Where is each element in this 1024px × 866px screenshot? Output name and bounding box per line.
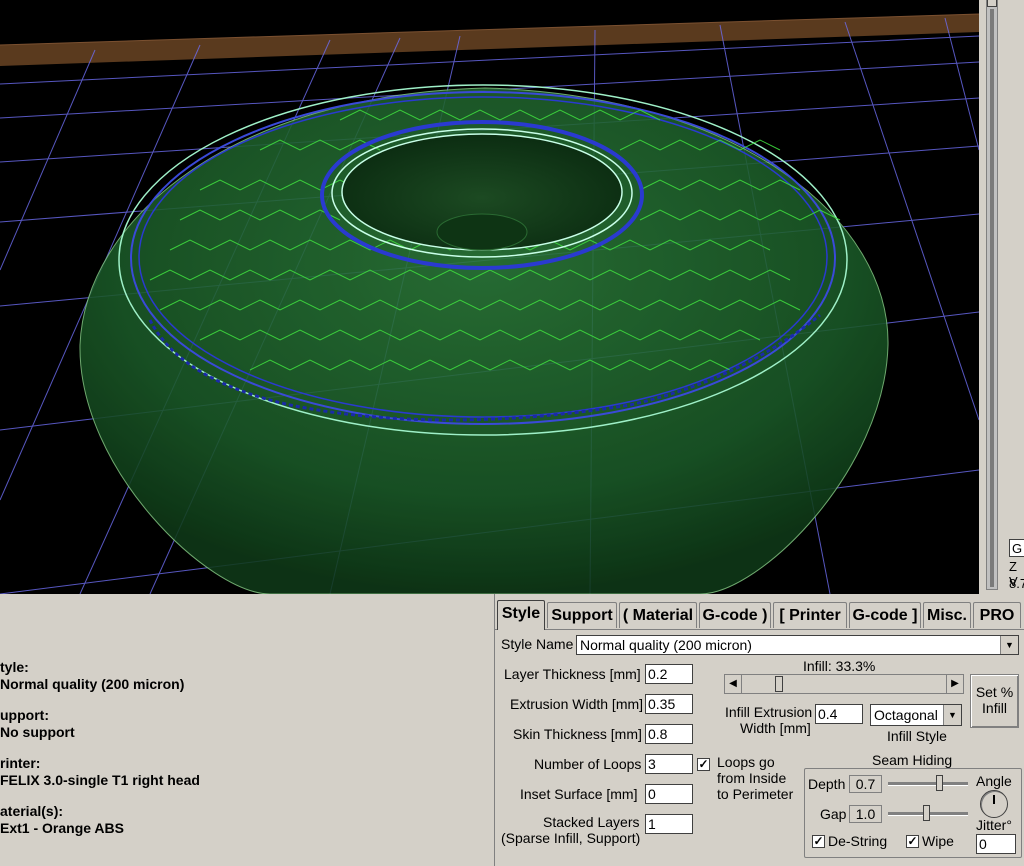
jitter-input[interactable] (976, 834, 1016, 854)
tab-style[interactable]: Style (497, 600, 545, 630)
layer-thickness-label: Layer Thickness [mm] (504, 666, 641, 682)
printer-label: rinter: (0, 755, 41, 771)
loops-label: Number of Loops (534, 756, 642, 772)
set-infill-label-2: Infill (982, 700, 1007, 716)
chevron-down-icon[interactable]: ▼ (943, 705, 961, 725)
depth-slider-track[interactable] (888, 782, 968, 786)
loops-input[interactable] (645, 754, 693, 774)
extrusion-width-label: Extrusion Width [mm] (510, 696, 644, 712)
stacked-layers-input[interactable] (645, 814, 693, 834)
extrusion-width-input[interactable] (645, 694, 693, 714)
arrow-right-icon[interactable]: ▶ (946, 675, 963, 693)
loops-inside-label-1: Loops go (717, 754, 775, 770)
style-label: tyle: (0, 659, 29, 675)
z-value: 8.7 (1009, 576, 1024, 591)
skin-thickness-label: Skin Thickness [mm] (513, 726, 642, 742)
loops-inside-label-2: from Inside (717, 770, 787, 786)
inset-surface-input[interactable] (645, 784, 693, 804)
view-combo[interactable]: G (1009, 539, 1024, 557)
seam-hiding-title: Seam Hiding (872, 752, 953, 768)
tab-divider (495, 629, 1024, 630)
arrow-left-icon[interactable]: ◀ (725, 675, 742, 693)
layer-scroll-track (990, 9, 994, 587)
infill-slider-thumb[interactable] (774, 676, 783, 692)
gap-label: Gap (820, 806, 847, 822)
tab-misc[interactable]: Misc. (923, 602, 971, 628)
material-value: Ext1 - Orange ABS (0, 820, 124, 836)
infill-style-select[interactable]: Octagonal ▼ (870, 704, 962, 726)
print-summary: tyle: Normal quality (200 micron) upport… (0, 594, 494, 866)
layer-thickness-input[interactable] (645, 664, 693, 684)
depth-label: Depth (808, 776, 846, 792)
layer-scrollbar[interactable] (986, 0, 998, 590)
infill-label: Infill: 33.3% (803, 658, 876, 674)
infill-extrusion-label-1: Infill Extrusion (725, 704, 813, 720)
tab-pro[interactable]: PRO (973, 602, 1021, 628)
tab-support[interactable]: Support (547, 602, 617, 628)
tab-material[interactable]: ( Material (619, 602, 697, 628)
scene-render (0, 13, 979, 594)
destring-checkbox[interactable]: ✓ (812, 835, 825, 848)
chevron-down-icon[interactable]: ▼ (1000, 636, 1018, 654)
angle-label: Angle (976, 773, 1012, 789)
tab-material-gcode[interactable]: G-code ) (699, 602, 771, 628)
infill-extrusion-input[interactable] (815, 704, 863, 724)
gap-value: 1.0 (849, 805, 882, 823)
tab-printer-gcode[interactable]: G-code ] (849, 602, 921, 628)
stacked-layers-sublabel: (Sparse Infill, Support) (501, 830, 641, 846)
support-value: No support (0, 724, 75, 740)
wipe-checkbox[interactable]: ✓ (906, 835, 919, 848)
depth-slider-thumb[interactable] (936, 775, 943, 791)
infill-extrusion-label-2: Width [mm] (740, 720, 811, 736)
angle-dial-icon[interactable] (980, 790, 1008, 818)
right-sidebar: G Z V 8.7 (979, 0, 1024, 594)
infill-style-label: Infill Style (887, 728, 947, 744)
inset-surface-label: Inset Surface [mm] (520, 786, 638, 802)
settings-panel: Style Support ( Material G-code ) [ Prin… (494, 594, 1024, 866)
loops-inside-checkbox[interactable]: ✓ (697, 758, 710, 771)
stacked-layers-label: Stacked Layers (543, 814, 640, 830)
jitter-label: Jitter° (976, 817, 1012, 833)
support-label: upport: (0, 707, 49, 723)
style-name-label: Style Name (501, 636, 574, 652)
set-infill-label-1: Set % (975, 684, 1014, 700)
set-infill-button[interactable]: Set % Infill (970, 674, 1019, 728)
printer-value: FELIX 3.0-single T1 right head (0, 772, 200, 788)
depth-value: 0.7 (849, 775, 882, 793)
tab-printer[interactable]: [ Printer (773, 602, 847, 628)
style-value: Normal quality (200 micron) (0, 676, 185, 692)
destring-label: De-String (828, 833, 888, 849)
layer-scroll-thumb[interactable] (987, 0, 997, 7)
skin-thickness-input[interactable] (645, 724, 693, 744)
loops-inside-label-3: to Perimeter (717, 786, 794, 802)
3d-viewport[interactable] (0, 0, 979, 594)
wipe-label: Wipe (922, 833, 954, 849)
infill-slider[interactable]: ◀ ▶ (724, 674, 964, 694)
gap-slider-thumb[interactable] (923, 805, 930, 821)
style-name-select[interactable]: Normal quality (200 micron) ▼ (576, 635, 1019, 655)
infill-style-value: Octagonal (874, 707, 938, 723)
material-label: aterial(s): (0, 803, 64, 819)
style-name-value: Normal quality (200 micron) (580, 637, 752, 653)
